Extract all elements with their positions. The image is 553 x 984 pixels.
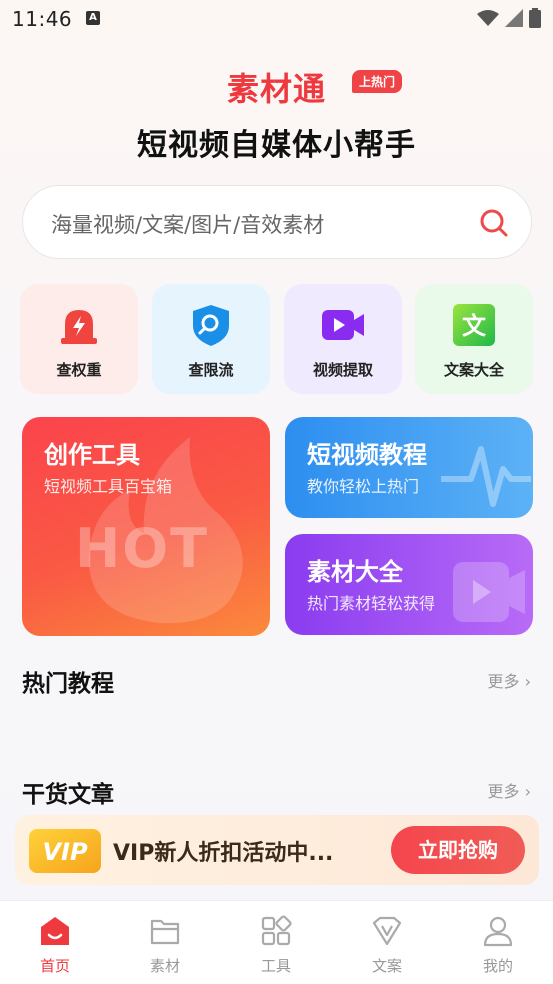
quick-action-check-weight[interactable]: 查权重 bbox=[20, 284, 138, 394]
more-link-articles[interactable]: 更多 › bbox=[487, 778, 531, 802]
vip-promo-bar[interactable]: VIP VIP新人折扣活动中... 立即抢购 bbox=[15, 815, 539, 885]
grid-icon bbox=[261, 915, 292, 946]
vip-promo-text: VIP新人折扣活动中... bbox=[113, 841, 334, 866]
video-tutorial-card[interactable]: 短视频教程 教你轻松上热门 bbox=[285, 417, 533, 518]
quick-action-label: 查权重 bbox=[56, 361, 102, 379]
video-camera-icon bbox=[322, 310, 364, 340]
card-title: 素材大全 bbox=[307, 558, 403, 586]
alarm-lightning-icon bbox=[61, 310, 97, 344]
tab-label: 我的 bbox=[482, 957, 513, 975]
svg-text:文: 文 bbox=[462, 312, 487, 340]
text-wen-icon: 文 bbox=[453, 304, 495, 346]
chevron-right-icon: › bbox=[524, 672, 531, 691]
card-title: 创作工具 bbox=[44, 441, 140, 469]
shield-search-icon bbox=[193, 305, 229, 346]
search-icon[interactable] bbox=[479, 208, 509, 238]
app-title: 素材通 bbox=[226, 70, 326, 108]
tab-label: 工具 bbox=[260, 957, 291, 975]
status-bar: 11:46 A bbox=[0, 0, 553, 38]
hot-badge: 上热门 bbox=[352, 70, 403, 93]
card-subtitle: 教你轻松上热门 bbox=[307, 477, 420, 496]
quick-action-label: 视频提取 bbox=[312, 361, 373, 379]
chevron-right-icon: › bbox=[524, 782, 531, 801]
brand-header: 素材通 bbox=[0, 64, 553, 110]
tab-profile[interactable]: 我的 bbox=[443, 901, 553, 984]
folder-icon bbox=[150, 919, 180, 945]
diamond-v-icon bbox=[372, 916, 402, 946]
signal-icon bbox=[505, 9, 523, 27]
tab-materials[interactable]: 素材 bbox=[110, 901, 220, 984]
tab-label: 首页 bbox=[39, 957, 70, 975]
tab-copywriting[interactable]: 文案 bbox=[332, 901, 442, 984]
quick-action-label: 查限流 bbox=[188, 361, 234, 379]
materials-card[interactable]: 素材大全 热门素材轻松获得 bbox=[285, 534, 533, 635]
vip-logo: VIP bbox=[29, 829, 101, 873]
svg-text:VIP: VIP bbox=[42, 838, 88, 866]
tab-tools[interactable]: 工具 bbox=[221, 901, 331, 984]
hot-watermark: HOT bbox=[75, 517, 209, 580]
card-subtitle: 短视频工具百宝箱 bbox=[44, 477, 173, 496]
waveform-icon bbox=[441, 446, 531, 507]
section-title-hot-tutorials: 热门教程 bbox=[22, 671, 114, 697]
buy-now-button[interactable]: 立即抢购 bbox=[391, 826, 525, 874]
card-title: 短视频教程 bbox=[307, 441, 427, 469]
search-placeholder: 海量视频/文案/图片/音效素材 bbox=[51, 213, 325, 237]
wifi-icon bbox=[477, 10, 499, 26]
more-link-hot-tutorials[interactable]: 更多 › bbox=[487, 668, 531, 692]
battery-icon bbox=[529, 8, 541, 28]
tab-home[interactable]: 首页 bbox=[0, 901, 110, 984]
quick-action-label: 文案大全 bbox=[443, 361, 504, 379]
app-subtitle: 短视频自媒体小帮手 bbox=[137, 128, 416, 163]
quick-action-video-extract[interactable]: 视频提取 bbox=[284, 284, 402, 394]
quick-action-check-limit[interactable]: 查限流 bbox=[152, 284, 270, 394]
more-label: 更多 bbox=[487, 672, 520, 691]
user-icon bbox=[483, 916, 513, 947]
card-subtitle: 热门素材轻松获得 bbox=[307, 594, 436, 613]
tab-label: 素材 bbox=[149, 957, 180, 975]
bottom-tab-bar: 首页 素材 工具 文案 我的 bbox=[0, 900, 553, 984]
creative-tools-card[interactable]: HOT 创作工具 短视频工具百宝箱 bbox=[22, 417, 270, 636]
more-label: 更多 bbox=[487, 782, 520, 801]
section-title-articles: 干货文章 bbox=[22, 782, 114, 808]
video-watermark-icon bbox=[453, 562, 525, 622]
quick-action-copywriting[interactable]: 文 文案大全 bbox=[415, 284, 533, 394]
notification-icon: A bbox=[86, 11, 100, 25]
status-time: 11:46 bbox=[12, 7, 73, 31]
tab-label: 文案 bbox=[371, 957, 402, 975]
status-icons bbox=[477, 8, 541, 28]
search-bar[interactable]: 海量视频/文案/图片/音效素材 bbox=[22, 185, 532, 259]
home-icon bbox=[41, 917, 69, 945]
